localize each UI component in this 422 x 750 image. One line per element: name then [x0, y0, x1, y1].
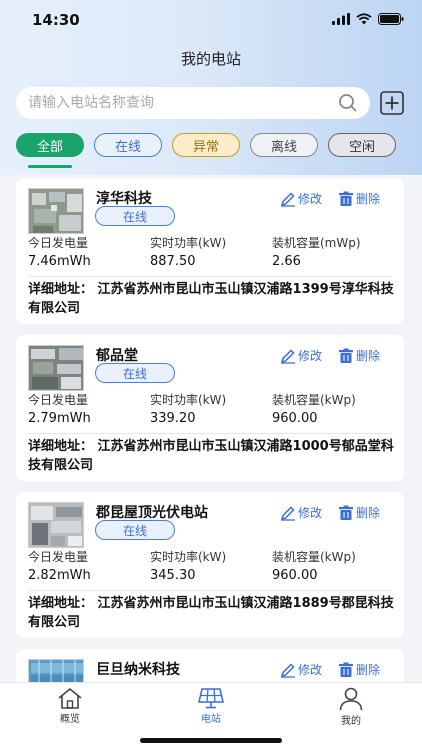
- today-generation-label: 今日发电量: [28, 550, 89, 564]
- installed-capacity-value: 960.00: [272, 568, 318, 583]
- card-divider: [28, 276, 392, 277]
- station-name[interactable]: 淳华科技: [96, 188, 152, 208]
- pencil-icon: [280, 505, 295, 521]
- status-filter-tabs: 全部 在线 异常 离线 空闲: [16, 133, 396, 157]
- today-generation-label: 今日发电量: [28, 236, 89, 250]
- status-badge: 在线: [95, 363, 175, 383]
- status-badge: 在线: [95, 520, 175, 540]
- status-bar: 14:30: [0, 0, 422, 40]
- nav-mine-label: 我的: [341, 716, 361, 727]
- realtime-power-label: 实时功率(kW): [150, 550, 227, 564]
- edit-label: 修改: [298, 349, 323, 363]
- battery-icon: [378, 13, 404, 25]
- status-badge: 在线: [95, 206, 175, 226]
- trash-icon: [339, 505, 353, 520]
- nav-mine[interactable]: 我的: [321, 687, 381, 727]
- active-tab-indicator: [28, 165, 72, 168]
- today-generation-value: 2.82mWh: [28, 568, 91, 583]
- search-input[interactable]: [28, 87, 328, 119]
- pencil-icon: [280, 191, 295, 207]
- filter-abnormal[interactable]: 异常: [172, 133, 240, 157]
- delete-label: 删除: [356, 192, 381, 206]
- station-name[interactable]: 郁品堂: [96, 345, 138, 365]
- edit-button[interactable]: 修改: [280, 347, 322, 364]
- station-thumbnail: [28, 659, 84, 682]
- delete-button[interactable]: 删除: [338, 504, 380, 521]
- realtime-power-label: 实时功率(kW): [150, 393, 227, 407]
- edit-label: 修改: [298, 663, 323, 677]
- station-address: 详细地址： 江苏省苏州市昆山市玉山镇汉浦路1399号淳华科技有限公司: [28, 282, 394, 316]
- realtime-power-value: 887.50: [150, 254, 196, 269]
- station-thumbnail: [28, 188, 84, 234]
- status-time: 14:30: [32, 11, 80, 29]
- solar-panel-icon: [198, 688, 224, 709]
- search-icon[interactable]: [338, 93, 358, 113]
- pencil-icon: [280, 662, 295, 678]
- delete-label: 删除: [356, 349, 381, 363]
- home-indicator: [140, 738, 282, 743]
- station-address: 详细地址： 江苏省苏州市昆山市玉山镇汉浦路1889号郡昆科技有限公司: [28, 596, 394, 630]
- filter-online[interactable]: 在线: [94, 133, 162, 157]
- status-icons: [332, 13, 404, 25]
- wifi-icon: [356, 13, 372, 25]
- search-bar: [16, 87, 370, 119]
- signal-icon: [332, 13, 350, 25]
- station-card[interactable]: 淳华科技 在线 修改 删除 今日发电量 实时功率(kW) 装机容量(mWp) 7…: [16, 178, 404, 324]
- edit-label: 修改: [298, 192, 323, 206]
- edit-button[interactable]: 修改: [280, 504, 322, 521]
- nav-station-label: 电站: [201, 714, 221, 725]
- station-card[interactable]: 郁品堂 在线 修改 删除 今日发电量 实时功率(kW) 装机容量(kWp) 2.…: [16, 335, 404, 481]
- home-icon: [58, 687, 82, 709]
- card-divider: [28, 433, 392, 434]
- filter-all[interactable]: 全部: [16, 133, 84, 157]
- edit-button[interactable]: 修改: [280, 190, 322, 207]
- today-generation-value: 7.46mWh: [28, 254, 91, 269]
- station-address: 详细地址： 江苏省苏州市昆山市玉山镇汉浦路1000号郁品堂科技有限公司: [28, 439, 394, 473]
- delete-button[interactable]: 删除: [338, 190, 380, 207]
- delete-button[interactable]: 删除: [338, 347, 380, 364]
- edit-label: 修改: [298, 506, 323, 520]
- installed-capacity-value: 960.00: [272, 411, 318, 426]
- station-card[interactable]: 郡昆屋顶光伏电站 在线 修改 删除 今日发电量 实时功率(kW) 装机容量(kW…: [16, 492, 404, 638]
- nav-overview[interactable]: 概览: [40, 687, 100, 725]
- nav-station[interactable]: 电站: [181, 687, 241, 725]
- filter-offline[interactable]: 离线: [250, 133, 318, 157]
- realtime-power-value: 345.30: [150, 568, 196, 583]
- today-generation-value: 2.79mWh: [28, 411, 91, 426]
- filter-idle[interactable]: 空闲: [328, 133, 396, 157]
- trash-icon: [339, 662, 353, 677]
- today-generation-label: 今日发电量: [28, 393, 89, 407]
- user-icon: [339, 687, 363, 711]
- station-list[interactable]: 淳华科技 在线 修改 删除 今日发电量 实时功率(kW) 装机容量(mWp) 7…: [16, 178, 404, 682]
- trash-icon: [339, 348, 353, 363]
- station-thumbnail: [28, 345, 84, 391]
- card-divider: [28, 590, 392, 591]
- installed-capacity-label: 装机容量(kWp): [272, 393, 356, 407]
- installed-capacity-label: 装机容量(kWp): [272, 550, 356, 564]
- add-station-button[interactable]: [380, 91, 404, 115]
- installed-capacity-value: 2.66: [272, 254, 301, 269]
- realtime-power-label: 实时功率(kW): [150, 236, 227, 250]
- trash-icon: [339, 191, 353, 206]
- installed-capacity-label: 装机容量(mWp): [272, 236, 361, 250]
- realtime-power-value: 339.20: [150, 411, 196, 426]
- nav-overview-label: 概览: [60, 714, 80, 725]
- pencil-icon: [280, 348, 295, 364]
- station-card[interactable]: 巨旦纳米科技 修改 删除: [16, 649, 404, 682]
- edit-button[interactable]: 修改: [280, 661, 322, 678]
- delete-button[interactable]: 删除: [338, 661, 380, 678]
- station-thumbnail: [28, 502, 84, 548]
- station-name[interactable]: 巨旦纳米科技: [96, 659, 180, 679]
- page-title: 我的电站: [180, 50, 241, 68]
- delete-label: 删除: [356, 506, 381, 520]
- station-name[interactable]: 郡昆屋顶光伏电站: [96, 502, 208, 522]
- delete-label: 删除: [356, 663, 381, 677]
